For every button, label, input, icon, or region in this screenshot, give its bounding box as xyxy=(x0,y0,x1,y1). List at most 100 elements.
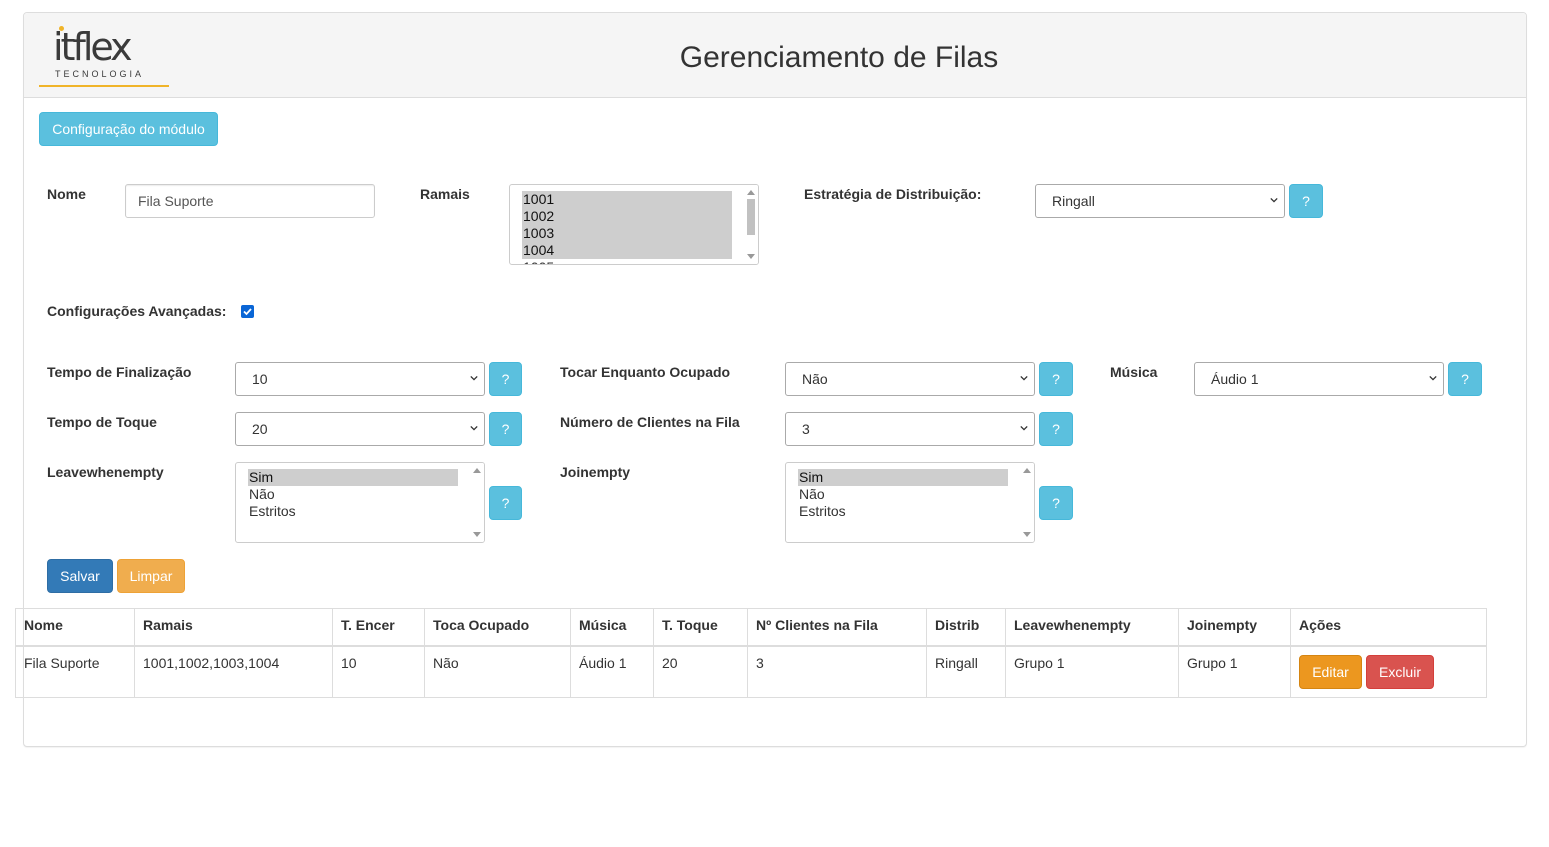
joinempty-scrollbar[interactable] xyxy=(1020,463,1034,542)
scroll-down-icon[interactable] xyxy=(473,532,481,537)
ramais-listbox[interactable]: 10011002100310041005 xyxy=(509,184,759,265)
joinempty-label: Joinempty xyxy=(560,464,631,480)
chevron-down-icon xyxy=(470,425,478,431)
page-title: Gerenciamento de Filas xyxy=(679,41,999,74)
list-option[interactable]: Estritos xyxy=(248,503,458,520)
estrategia-label: Estratégia de Distribuição: xyxy=(804,186,982,202)
tempo-finalizacao-label: Tempo de Finalização xyxy=(47,364,192,380)
ramais-options: 10011002100310041005 xyxy=(522,191,732,264)
scroll-down-icon[interactable] xyxy=(747,254,755,259)
scroll-up-icon[interactable] xyxy=(1023,468,1031,473)
clear-button[interactable]: Limpar xyxy=(117,559,185,593)
col-leavewhenempty: Leavewhenempty xyxy=(1005,608,1179,647)
logo-dot xyxy=(59,26,64,31)
col-ramais: Ramais xyxy=(134,608,333,647)
col-num-clientes: Nº Clientes na Fila xyxy=(747,608,927,647)
list-option[interactable]: Não xyxy=(248,486,458,503)
num-clientes-value: 3 xyxy=(802,421,810,437)
joinempty-options: Sim Não Estritos xyxy=(798,469,1008,520)
ramais-scrollbar[interactable] xyxy=(744,185,758,264)
list-option[interactable]: 1004 xyxy=(522,242,732,259)
tempo-toque-label: Tempo de Toque xyxy=(47,414,157,430)
cell-num-clientes: 3 xyxy=(747,645,927,698)
estrategia-select[interactable]: Ringall xyxy=(1035,184,1285,218)
col-joinempty: Joinempty xyxy=(1178,608,1291,647)
nome-label: Nome xyxy=(47,186,86,202)
list-option[interactable]: Não xyxy=(798,486,1008,503)
leavewhenempty-listbox[interactable]: Sim Não Estritos xyxy=(235,462,485,543)
cell-ramais: 1001,1002,1003,1004 xyxy=(134,645,333,698)
leavewhenempty-scrollbar[interactable] xyxy=(470,463,484,542)
list-option[interactable]: 1003 xyxy=(522,225,732,242)
save-button[interactable]: Salvar xyxy=(47,559,113,593)
edit-button[interactable]: Editar xyxy=(1299,655,1362,689)
cell-distrib: Ringall xyxy=(926,645,1006,698)
col-t-toque: T. Toque xyxy=(653,608,748,647)
cell-musica: Áudio 1 xyxy=(570,645,654,698)
list-option[interactable]: 1002 xyxy=(522,208,732,225)
num-clientes-label: Número de Clientes na Fila xyxy=(560,414,740,430)
tempo-toque-value: 20 xyxy=(252,421,268,437)
module-config-button[interactable]: Configuração do módulo xyxy=(39,112,218,146)
list-option[interactable]: Sim xyxy=(798,469,1008,486)
estrategia-value: Ringall xyxy=(1052,193,1095,209)
chevron-down-icon xyxy=(1270,197,1278,203)
scroll-up-icon[interactable] xyxy=(747,190,755,195)
cell-t-toque: 20 xyxy=(653,645,748,698)
col-nome: Nome xyxy=(15,608,135,647)
tempo-finalizacao-help-button[interactable]: ? xyxy=(489,362,522,396)
list-option[interactable]: 1001 xyxy=(522,191,732,208)
cell-acoes: Editar Excluir xyxy=(1290,645,1487,698)
col-musica: Música xyxy=(570,608,654,647)
estrategia-help-button[interactable]: ? xyxy=(1289,184,1323,218)
leavewhenempty-options: Sim Não Estritos xyxy=(248,469,458,520)
cell-t-encer: 10 xyxy=(332,645,425,698)
delete-button[interactable]: Excluir xyxy=(1366,655,1434,689)
chevron-down-icon xyxy=(1020,425,1028,431)
musica-value: Áudio 1 xyxy=(1211,371,1259,387)
joinempty-listbox[interactable]: Sim Não Estritos xyxy=(785,462,1035,543)
row-actions: Editar Excluir xyxy=(1299,655,1434,689)
tocar-ocupado-value: Não xyxy=(802,371,828,387)
tocar-ocupado-select[interactable]: Não xyxy=(785,362,1035,396)
tempo-toque-select[interactable]: 20 xyxy=(235,412,485,446)
cell-nome: Fila Suporte xyxy=(15,645,135,698)
ramais-label: Ramais xyxy=(420,186,470,202)
list-option[interactable]: 1005 xyxy=(522,259,732,264)
col-acoes: Ações xyxy=(1290,608,1487,647)
nome-input[interactable]: Fila Suporte xyxy=(125,184,375,218)
musica-label: Música xyxy=(1110,364,1158,380)
list-option[interactable]: Estritos xyxy=(798,503,1008,520)
scroll-thumb[interactable] xyxy=(747,199,755,235)
panel-header: itflex TECNOLOGIA Gerenciamento de Filas xyxy=(24,13,1526,98)
tocar-ocupado-label: Tocar Enquanto Ocupado xyxy=(560,364,731,380)
table-row: Fila Suporte 1001,1002,1003,1004 10 Não … xyxy=(15,645,1487,698)
scroll-down-icon[interactable] xyxy=(1023,532,1031,537)
scroll-up-icon[interactable] xyxy=(473,468,481,473)
cell-joinempty: Grupo 1 xyxy=(1178,645,1291,698)
num-clientes-select[interactable]: 3 xyxy=(785,412,1035,446)
chevron-down-icon xyxy=(1020,375,1028,381)
checkmark-icon xyxy=(243,308,252,316)
joinempty-help-button[interactable]: ? xyxy=(1039,486,1073,520)
tocar-ocupado-help-button[interactable]: ? xyxy=(1039,362,1073,396)
cell-leavewhenempty: Grupo 1 xyxy=(1005,645,1179,698)
avancadas-checkbox[interactable] xyxy=(241,305,254,318)
avancadas-label: Configurações Avançadas: xyxy=(47,303,227,319)
col-toca-ocupado: Toca Ocupado xyxy=(424,608,571,647)
tempo-toque-help-button[interactable]: ? xyxy=(489,412,522,446)
queues-table: Nome Ramais T. Encer Toca Ocupado Música… xyxy=(15,608,1487,698)
leavewhenempty-help-button[interactable]: ? xyxy=(489,486,522,520)
tempo-finalizacao-select[interactable]: 10 xyxy=(235,362,485,396)
cell-toca-ocupado: Não xyxy=(424,645,571,698)
chevron-down-icon xyxy=(470,375,478,381)
musica-help-button[interactable]: ? xyxy=(1448,362,1482,396)
col-t-encer: T. Encer xyxy=(332,608,425,647)
leavewhenempty-label: Leavewhenempty xyxy=(47,464,164,480)
num-clientes-help-button[interactable]: ? xyxy=(1039,412,1073,446)
musica-select[interactable]: Áudio 1 xyxy=(1194,362,1444,396)
tempo-finalizacao-value: 10 xyxy=(252,371,268,387)
table-header-row: Nome Ramais T. Encer Toca Ocupado Música… xyxy=(15,608,1487,647)
list-option[interactable]: Sim xyxy=(248,469,458,486)
chevron-down-icon xyxy=(1429,375,1437,381)
